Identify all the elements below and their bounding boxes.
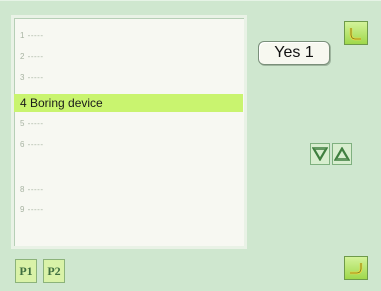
list-item-selected[interactable]: 4 Boring device	[14, 94, 243, 112]
list-item[interactable]: 1 -----	[20, 27, 44, 45]
return-arrow-icon	[350, 263, 363, 275]
list-item[interactable]: 5 -----	[20, 115, 44, 133]
list-item[interactable]: 3 -----	[20, 69, 44, 87]
value-display[interactable]: Yes 1	[258, 41, 330, 65]
top-action-button[interactable]	[344, 21, 368, 45]
list-item[interactable]: 9 -----	[20, 201, 44, 219]
list-item[interactable]: 6 -----	[20, 136, 44, 154]
return-button[interactable]	[344, 256, 368, 280]
list-item[interactable]: 8 -----	[20, 181, 44, 199]
triangle-down-icon	[312, 147, 328, 161]
screen: 1 ----- 2 ----- 3 ----- 4 Boring device …	[0, 0, 381, 291]
item-list[interactable]: 1 ----- 2 ----- 3 ----- 4 Boring device …	[11, 15, 247, 249]
up-button[interactable]	[332, 143, 352, 165]
page-tab-p2[interactable]: P2	[43, 259, 65, 283]
triangle-up-icon	[334, 147, 350, 161]
list-item[interactable]: 2 -----	[20, 48, 44, 66]
page-tab-p1[interactable]: P1	[15, 259, 37, 283]
down-button[interactable]	[310, 143, 330, 165]
curved-arrow-icon	[349, 28, 361, 41]
